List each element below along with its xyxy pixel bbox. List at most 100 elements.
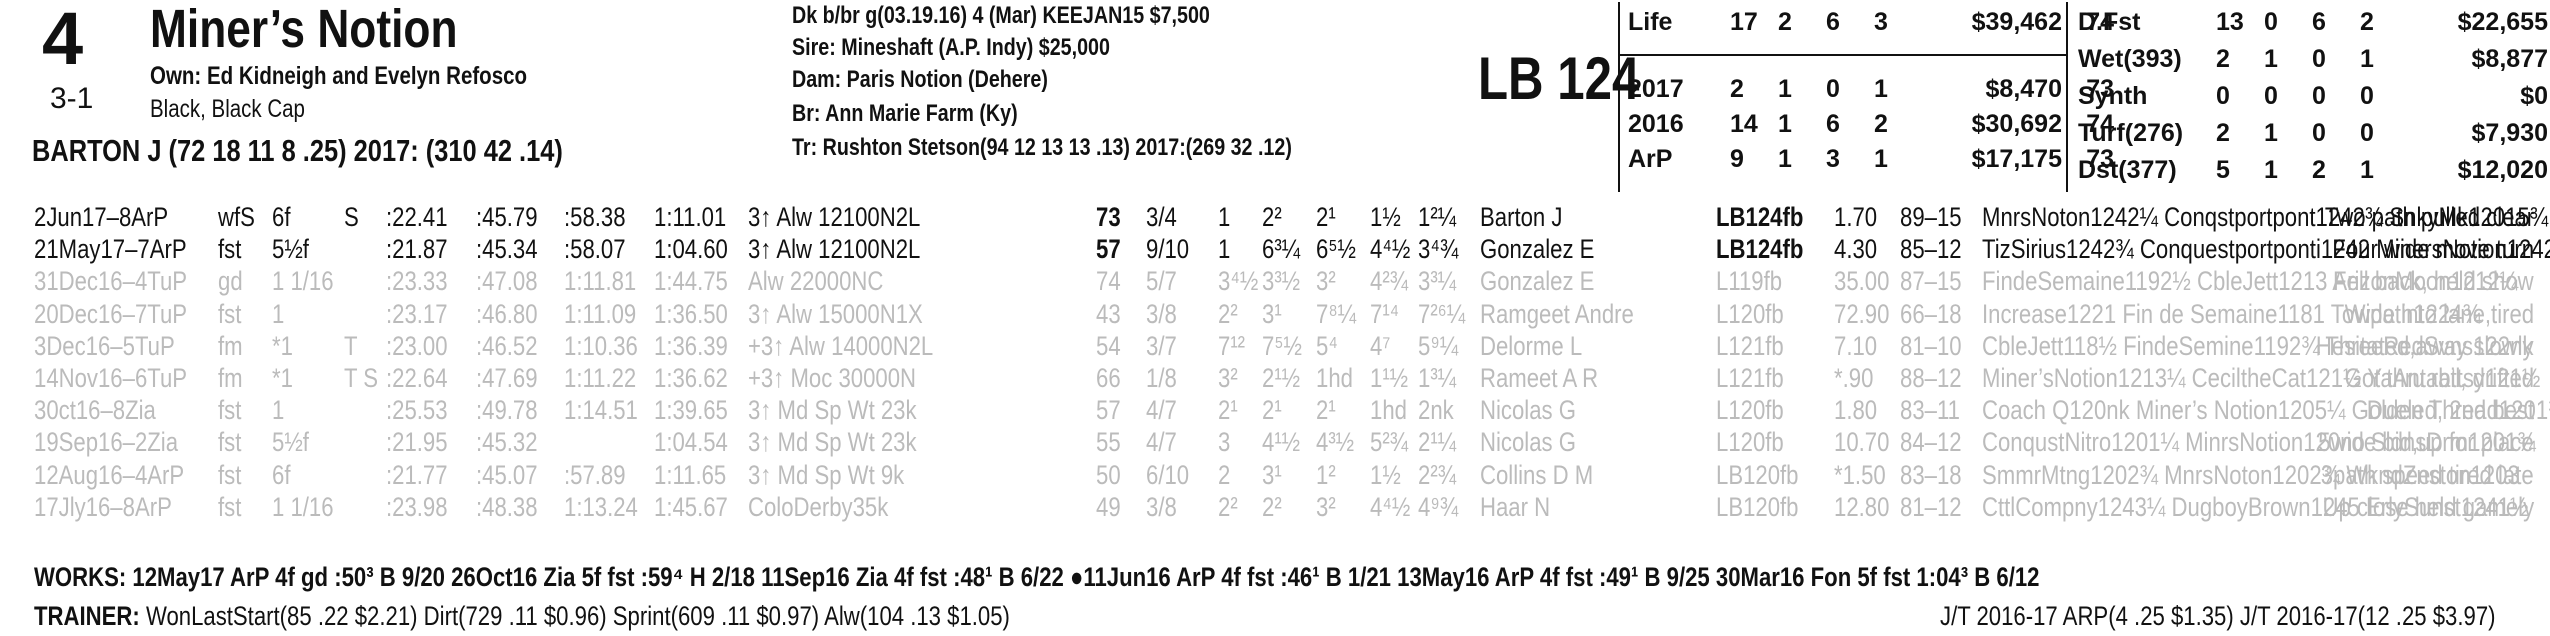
pp-cell-pace: 87–15 xyxy=(1900,266,1975,296)
pp-cell-race: 3↑ Alw 12100N2L xyxy=(748,234,958,264)
pp-f1: :25.53 xyxy=(386,395,448,426)
pp-str: 1½ xyxy=(1370,459,1401,490)
jockey-line: BARTON J (72 18 11 8 .25) 2017: (310 42 … xyxy=(32,133,679,169)
pp-fn: 2nk xyxy=(1418,395,1454,426)
pp-cell-pp: 6/10 xyxy=(1146,460,1199,490)
record-p: 6 xyxy=(1826,110,1840,138)
pp-cell-date: 14Nov16–6TuP xyxy=(34,363,221,393)
pp-str: 4⁴½ xyxy=(1370,491,1411,522)
pp-str: 1¹½ xyxy=(1370,363,1409,393)
pp-c1: 7⁵½ xyxy=(1262,330,1302,361)
pp-cell-pp: 3/4 xyxy=(1146,202,1184,232)
pp-med: L120fb xyxy=(1716,427,1784,458)
pp-cell-fin: 1:36.62 xyxy=(654,363,744,393)
pp-pp: 3/8 xyxy=(1146,491,1177,522)
pp-cell-pace: 85–12 xyxy=(1900,234,1975,264)
pp-f2: :46.80 xyxy=(476,298,538,329)
pp-cond: fst xyxy=(218,395,242,426)
pp-dist: 5½f xyxy=(272,427,309,458)
pp-cell-race: 3↑ Alw 12100N2L xyxy=(748,202,958,232)
pp-cell-fn: 1³¼ xyxy=(1418,363,1465,393)
pp-odds: 12.80 xyxy=(1834,491,1890,522)
pp-cell-med: L120fb xyxy=(1716,395,1799,425)
pp-cell-odds: 1.70 xyxy=(1834,202,1887,232)
record-w: 2 xyxy=(1778,8,1792,36)
pp-date: 2Jun17–8ArP xyxy=(34,202,169,232)
pp-cell-pp: 3/7 xyxy=(1146,331,1184,361)
pp-surf: T xyxy=(344,330,358,361)
pp-cell-f2: :45.34 xyxy=(476,234,551,264)
trainer-text: Tr: Rushton Stetson(94 12 13 13 .13) 201… xyxy=(792,134,1292,161)
pp-cell-f2: :45.07 xyxy=(476,460,551,490)
pp-f3: 1:11.09 xyxy=(564,298,637,329)
record-earn: $8,470 xyxy=(1985,75,2062,103)
pp-cell-c2: 1hd xyxy=(1316,363,1361,393)
pp-cell-race: 3↑ Md Sp Wt 9k xyxy=(748,460,939,490)
records-divider-life xyxy=(1618,54,2066,56)
pp-line: 12Aug16–4ArP fst 6f:21.77:45.07:57.89 1:11.… xyxy=(34,460,2534,490)
pp-med: LB124fb xyxy=(1716,234,1804,265)
pp-spd: 66 xyxy=(1096,363,1121,393)
pp-pace: 81–10 xyxy=(1900,330,1962,361)
pp-cell-str: 1½ xyxy=(1370,202,1408,232)
pp-cell-date: 19Sep16–2Zia xyxy=(34,427,210,457)
pp-cell-comment: Four wide move turn xyxy=(2288,234,2534,264)
pp-line: 2Jun17–8ArP wfS 6f S:22.41:45.79:58.38 1:11.… xyxy=(34,202,2548,232)
record-s: 1 xyxy=(1874,75,1888,103)
pp-date: 3Dec16–5TuP xyxy=(34,330,175,361)
pp-cell-med: L120fb xyxy=(1716,299,1799,329)
pp-cond: fst xyxy=(218,491,242,522)
pp-cell-fn: 3³¼ xyxy=(1418,266,1465,296)
pp-fn: 7²⁶¼ xyxy=(1418,298,1466,329)
pp-cell-fn: 4⁹¾ xyxy=(1418,492,1467,522)
record-st: 17 xyxy=(1730,8,1758,36)
pp-cell-date: 31Dec16–4TuP xyxy=(34,266,221,296)
record-row: D.Fst13062$22,65557 xyxy=(2078,8,2550,37)
pp-st: 3⁴½ xyxy=(1218,266,1259,297)
pp-date: 12Aug16–4ArP xyxy=(34,459,185,490)
pp-date: 14Nov16–6TuP xyxy=(34,363,188,393)
pedigree-line1: Dk b/br g(03.19.16) 4 (Mar) KEEJAN15 $7,… xyxy=(792,2,1302,30)
pp-cell-odds: *1.50 xyxy=(1834,460,1897,490)
pp-cell-comment: 3path speed tired late xyxy=(2274,460,2534,490)
pp-cell-f3: 1:10.36 xyxy=(564,331,654,361)
pp-spd: 55 xyxy=(1096,427,1121,458)
pp-cell-odds: 12.80 xyxy=(1834,492,1902,522)
pp-cell-st: 2 xyxy=(1218,460,1233,490)
pp-cell-pace: 84–12 xyxy=(1900,427,1975,457)
pp-cell-str: 5²¾ xyxy=(1370,427,1417,457)
record-s: 0 xyxy=(2360,119,2374,147)
pp-cell-pp: 4/7 xyxy=(1146,427,1184,457)
record-s: 1 xyxy=(2360,45,2374,73)
pp-comment: 3path speed tired late xyxy=(2321,459,2534,490)
pp-cell-comment: Wide into lane,tired xyxy=(2303,299,2534,329)
pp-cell-comment: Dueled, 2nd best xyxy=(2330,395,2534,425)
pp-cell-dist: 1 xyxy=(272,395,287,425)
pp-cell-c1: 3³½ xyxy=(1262,266,1309,296)
pp-cell-race: 3↑ Md Sp Wt 23k xyxy=(748,427,954,457)
pp-c2: 7⁸¼ xyxy=(1316,298,1357,329)
pp-f3: 1:13.24 xyxy=(564,491,638,522)
pp-st: 2 xyxy=(1218,459,1231,490)
pp-cell-fin: 1:04.54 xyxy=(654,427,744,457)
pp-med: LB120fb xyxy=(1716,459,1799,490)
pp-cell-date: 2Jun17–8ArP xyxy=(34,202,198,232)
pp-fn: 1³¼ xyxy=(1418,363,1457,393)
pp-med: LB120fb xyxy=(1716,491,1799,522)
pp-med: L121fb xyxy=(1716,330,1784,361)
pp-cell-f2: :47.08 xyxy=(476,266,551,296)
trainer-stats: WonLastStart(85 .22 $2.21) Dirt(729 .11 … xyxy=(145,601,1010,631)
pp-cell-c1: 3¹ xyxy=(1262,460,1286,490)
works-label: WORKS: xyxy=(34,562,127,592)
pp-cell-race: Alw 22000NC xyxy=(748,266,913,296)
pp-cell-comment: Two path pulled clear xyxy=(2279,202,2534,232)
pp-cond: fm xyxy=(218,363,243,393)
pp-med: L120fb xyxy=(1716,298,1784,329)
trainer-stats-line: TRAINER: WonLastStart(85 .22 $2.21) Dirt… xyxy=(34,601,1224,632)
pp-cell-f1: :23.33 xyxy=(386,266,461,296)
pp-cell-c2: 2¹ xyxy=(1316,202,1340,232)
pp-cell-c1: 6³¼ xyxy=(1262,234,1309,264)
pp-cell-cond: fm xyxy=(218,331,248,361)
pp-cell-cond: wfS xyxy=(218,202,263,232)
pp-cell-f2: :46.52 xyxy=(476,331,551,361)
